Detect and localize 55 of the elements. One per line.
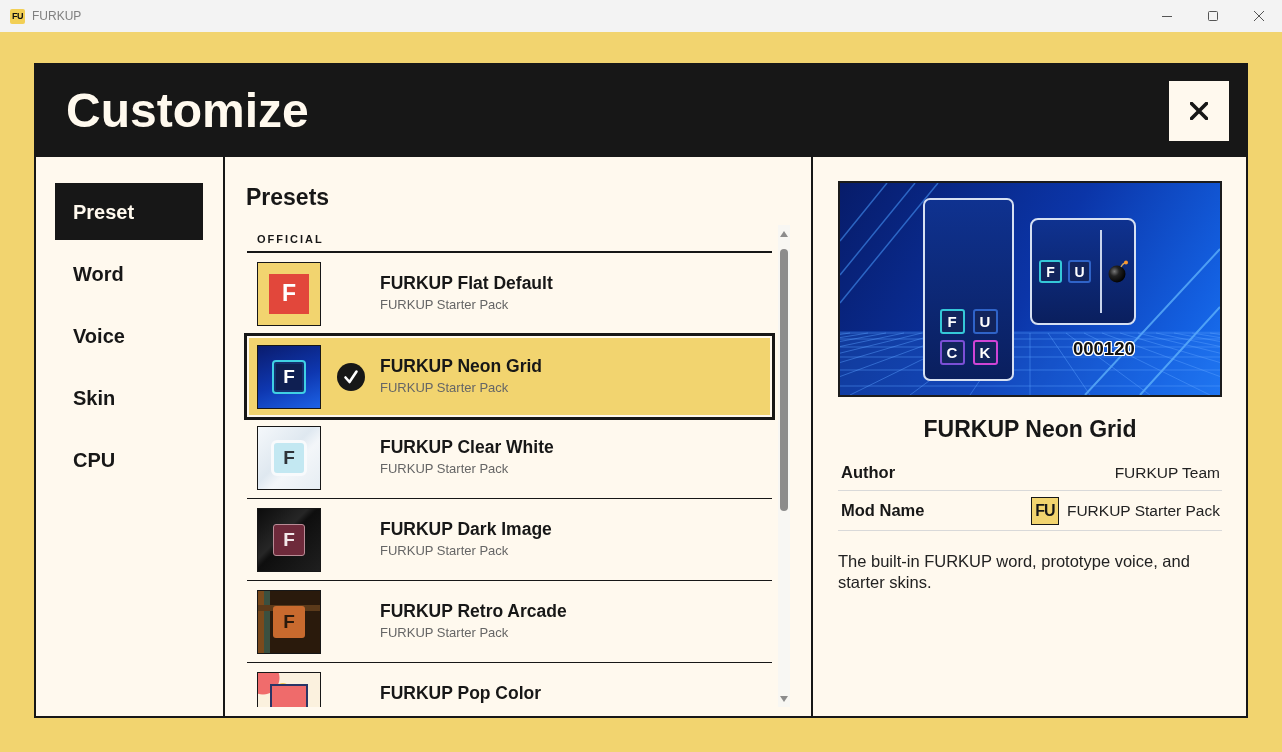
bomb-icon	[1108, 260, 1128, 283]
sidebar-item[interactable]: Preset	[55, 183, 203, 240]
preset-name: FURKUP Pop Color	[380, 682, 542, 705]
preset-row[interactable]: F FURKUP Neon Grid FURKUP Starter Pack	[244, 333, 775, 421]
letter-tile: F	[273, 523, 305, 556]
preset-title: FURKUP Neon Grid	[922, 415, 1138, 444]
preset-pack: FURKUP Starter Pack	[380, 297, 510, 315]
description-text: The built-in FURKUP word, prototype voice, and starter skins.	[838, 551, 1191, 593]
sidebar-item[interactable]: Word	[55, 245, 203, 302]
page-title: Customize	[66, 84, 309, 138]
group-label: OFFICIAL	[247, 224, 772, 254]
close-icon	[1190, 102, 1208, 120]
letter-tile: F	[272, 359, 306, 394]
detail-label: Author	[841, 462, 896, 484]
scrollbar-thumb[interactable]	[780, 248, 788, 511]
letter-tile: F	[273, 605, 305, 638]
sidebar-item[interactable]: Voice	[55, 307, 203, 364]
preset-pack: FURKUP Starter Pack	[380, 380, 510, 398]
sidebar-item[interactable]: CPU	[55, 431, 203, 488]
preset-name: FURKUP Retro Arcade	[380, 600, 567, 623]
letter-tile: U	[1068, 260, 1091, 283]
preset-pack: FURKUP Starter Pack	[380, 543, 510, 561]
letter-tile: F	[1039, 260, 1062, 283]
detail-label: Mod Name	[841, 500, 925, 522]
preset-name: FURKUP Neon Grid	[380, 355, 543, 378]
letter-tile: C	[939, 340, 965, 365]
check-icon	[337, 362, 365, 391]
window-title: FURKUP	[32, 8, 82, 25]
preset-pack: FURKUP Starter Pack	[380, 461, 510, 479]
score-text: 000120	[1073, 339, 1135, 360]
preset-name: FURKUP Flat Default	[380, 272, 553, 295]
preset-row[interactable]: F FURKUP Dark Image FURKUP Starter Pack	[247, 499, 772, 582]
preset-row[interactable]: F FURKUP Retro Arcade FURKUP Starter Pack	[247, 581, 772, 664]
preset-row[interactable]: FURKUP Pop Color	[247, 663, 772, 707]
scroll-up-icon[interactable]	[780, 230, 788, 237]
letter-tile: F	[939, 309, 965, 334]
mod-logo: FU	[1030, 496, 1059, 525]
sidebar-item[interactable]: Skin	[55, 369, 203, 426]
maximize-icon	[1208, 11, 1218, 21]
preset-pack: FURKUP Starter Pack	[380, 625, 510, 643]
section-title: Presets	[246, 184, 331, 212]
detail-value: FURKUP Starter Pack	[1066, 500, 1220, 521]
app-logo: FU	[10, 8, 25, 24]
detail-value: FURKUP Team	[1114, 462, 1220, 483]
scroll-down-icon[interactable]	[780, 695, 788, 702]
minimize-icon	[1162, 15, 1172, 17]
letter-tile: F	[269, 273, 309, 314]
preset-name: FURKUP Dark Image	[380, 518, 552, 541]
preset-row[interactable]: F FURKUP Clear White FURKUP Starter Pack	[247, 417, 772, 500]
letter-tile: F	[271, 439, 307, 476]
letter-tile: K	[972, 340, 998, 365]
letter-tile: U	[972, 309, 998, 334]
preset-name: FURKUP Clear White	[380, 436, 554, 459]
close-icon	[1254, 11, 1264, 21]
close-button[interactable]	[1169, 81, 1229, 141]
